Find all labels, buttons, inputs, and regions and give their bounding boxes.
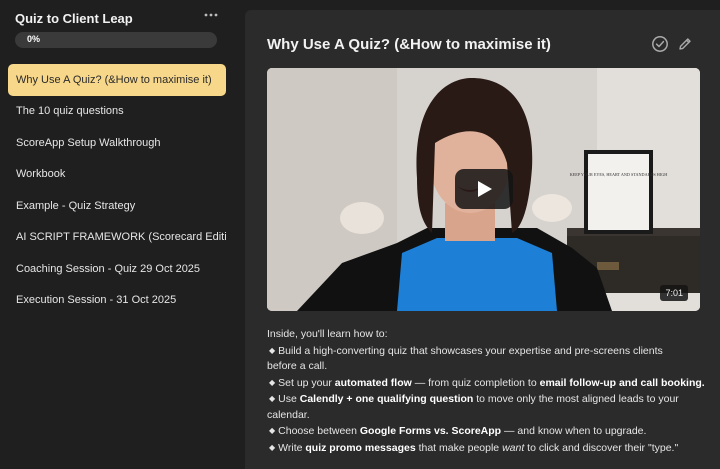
diamond-bullet-icon: ◆	[269, 377, 276, 387]
check-circle-icon[interactable]	[651, 35, 669, 53]
bullet-4: ◆ Choose between Google Forms vs. ScoreAp…	[269, 425, 647, 437]
course-title: Quiz to Client Leap	[15, 11, 133, 26]
play-icon	[478, 181, 492, 197]
sidebar: Quiz to Client Leap 0% Why Use A Quiz? (…	[0, 0, 234, 469]
sidebar-item-scoreapp-setup[interactable]: ScoreApp Setup Walkthrough	[8, 127, 226, 159]
sidebar-item-execution-session[interactable]: Execution Session - 31 Oct 2025	[8, 285, 226, 317]
progress-bar: 0%	[15, 32, 217, 48]
description-intro: Inside, you'll learn how to:	[267, 328, 388, 340]
lesson-description: Inside, you'll learn how to: ◆ Build a hi…	[267, 327, 707, 456]
lesson-panel: Why Use A Quiz? (&How to maximise it) KE…	[245, 10, 720, 469]
bullet-3: ◆ Use Calendly + one qualifying question …	[269, 393, 679, 405]
diamond-bullet-icon: ◆	[269, 442, 276, 452]
wall-poster: KEEP YOUR EYES, HEART AND STANDARDS HIGH	[570, 150, 667, 234]
sidebar-item-quiz-strategy[interactable]: Example - Quiz Strategy	[8, 190, 226, 222]
pencil-icon[interactable]	[677, 36, 693, 52]
sidebar-item-why-use-a-quiz[interactable]: Why Use A Quiz? (&How to maximise it)	[8, 64, 226, 96]
diamond-bullet-icon: ◆	[269, 426, 276, 435]
diamond-bullet-icon: ◆	[269, 394, 276, 403]
ellipsis-icon[interactable]	[203, 9, 219, 23]
bullet-1-continued: before a call.	[267, 360, 328, 372]
progress-label: 0%	[27, 34, 41, 44]
video-duration: 7:01	[660, 285, 688, 301]
lesson-title: Why Use A Quiz? (&How to maximise it)	[267, 36, 551, 53]
play-button[interactable]	[455, 169, 513, 209]
bullet-1: ◆ Build a high-converting quiz that showc…	[269, 344, 663, 357]
sidebar-item-10-quiz-questions[interactable]: The 10 quiz questions	[8, 96, 226, 128]
sidebar-item-workbook[interactable]: Workbook	[8, 159, 226, 191]
lesson-list: Why Use A Quiz? (&How to maximise it) Th…	[8, 64, 226, 316]
bullet-3-continued: calendar.	[267, 408, 310, 421]
diamond-bullet-icon: ◆	[269, 345, 276, 355]
sidebar-item-ai-script-framework[interactable]: AI SCRIPT FRAMEWORK (Scorecard Edition)	[8, 222, 226, 254]
video-player[interactable]: KEEP YOUR EYES, HEART AND STANDARDS HIGH…	[267, 68, 700, 311]
bullet-2: ◆ Set up your automated flow — from quiz …	[269, 376, 705, 389]
sidebar-item-coaching-session[interactable]: Coaching Session - Quiz 29 Oct 2025	[8, 253, 226, 285]
bullet-5: ◆ Write quiz promo messages that make peo…	[269, 441, 679, 454]
